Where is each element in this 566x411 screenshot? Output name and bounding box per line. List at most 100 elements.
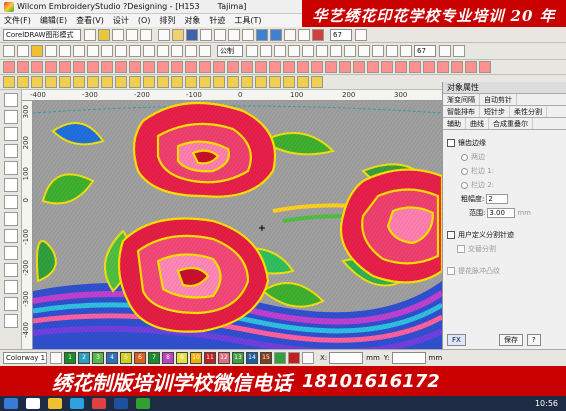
input-b-icon[interactable] [31,76,43,88]
color-swatch[interactable]: 9 [176,352,188,364]
run-stitch-icon[interactable] [31,61,43,73]
closed-object-icon[interactable] [157,76,169,88]
zoom-field-2[interactable]: 67 [414,45,436,57]
florentine-icon[interactable] [213,61,225,73]
travel-icon[interactable] [4,110,18,124]
stop-icon[interactable] [311,76,323,88]
menu-arrange[interactable]: 排列 [159,15,175,26]
text-tool-icon[interactable] [4,280,18,294]
both-sides-radio[interactable] [461,153,468,161]
cut-icon[interactable] [214,28,226,41]
menu-file[interactable]: 文件(F) [4,15,31,26]
zigzag-icon[interactable] [101,61,113,73]
both-sides-option[interactable]: 两边 [443,150,566,164]
range-input[interactable]: 3.00 [487,208,516,218]
open-icon[interactable] [172,28,184,41]
scale-icon[interactable] [87,45,99,57]
ellipse-icon[interactable] [140,28,152,41]
tab-assist[interactable]: 辅助 [443,118,466,129]
ruler-icon[interactable] [260,45,272,57]
coreldraw-mode-button[interactable]: CorelDRAW图形模式 [3,28,81,41]
save-icon[interactable] [186,28,198,41]
trim-thread-icon[interactable] [283,76,295,88]
show-objects-icon[interactable] [358,45,370,57]
wave-effect-icon[interactable] [437,61,449,73]
stitch-icon[interactable] [312,28,324,41]
colorway-dropdown-icon[interactable] [50,352,62,364]
motif-run-icon[interactable] [129,61,141,73]
new-icon[interactable] [158,28,170,41]
show-needle-icon[interactable] [400,45,412,57]
pattern-icon[interactable] [409,61,421,73]
circle-icon[interactable] [129,76,141,88]
menu-stitch[interactable]: 针迹 [209,15,225,26]
stamp-icon[interactable] [423,61,435,73]
paste-icon[interactable] [242,28,254,41]
start-icon[interactable] [4,398,18,409]
snap-icon[interactable] [288,45,300,57]
color-swatch[interactable]: 1 [64,352,76,364]
appliqué-icon[interactable] [325,61,337,73]
menu-object-o[interactable]: (O) [138,16,151,25]
tab-auto-trim[interactable]: 自动剪针 [480,94,517,105]
side2-option[interactable]: 栏边 2: [443,178,566,192]
color-tool-icon[interactable] [31,45,43,57]
undo-icon[interactable] [256,28,268,41]
chat-icon[interactable] [70,398,84,409]
carving-icon[interactable] [451,61,463,73]
tab-flexi-split[interactable]: 柔性分割 [510,106,547,117]
side2-radio[interactable] [461,181,468,189]
shape-icon[interactable] [112,28,124,41]
color-swatch[interactable]: 5 [120,352,132,364]
cross-stitch-icon[interactable] [283,61,295,73]
zoom-icon[interactable] [284,28,296,41]
show-vectors-icon[interactable] [386,45,398,57]
color-swatch[interactable]: 12 [218,352,230,364]
tatami-stitch-icon[interactable] [17,61,29,73]
digitize-icon[interactable] [3,76,15,88]
color-swatch[interactable]: 8 [162,352,174,364]
knife-tool-icon[interactable] [4,144,18,158]
3d-icon[interactable] [453,45,465,57]
folder-icon[interactable] [48,398,62,409]
menu-edit[interactable]: 编辑(E) [40,15,67,26]
redo-icon[interactable] [270,28,282,41]
user-split-checkbox[interactable] [447,231,455,239]
lock-icon[interactable] [129,45,141,57]
color-swatch[interactable]: 6 [134,352,146,364]
color-swatch[interactable]: 13 [232,352,244,364]
turning-fill-icon[interactable] [101,76,113,88]
offset-icon[interactable] [465,61,477,73]
column-b-icon[interactable] [87,76,99,88]
select-icon[interactable] [3,45,15,57]
reshape-icon[interactable] [17,45,29,57]
input-c-icon[interactable] [45,76,57,88]
tab-gradient-spacing[interactable]: 渐变间隔 [443,94,480,105]
manual-icon[interactable] [185,76,197,88]
stitch-edit-icon[interactable] [4,161,18,175]
border-option[interactable]: 镶齿边缘 [443,136,566,150]
print-icon[interactable] [200,28,212,41]
triple-stitch-icon[interactable] [45,61,57,73]
input-a-icon[interactable] [17,76,29,88]
backstitch-icon[interactable] [59,61,71,73]
color-swatch[interactable]: 14 [246,352,258,364]
tab-short-stitch[interactable]: 短针步 [480,106,510,117]
trapunto-icon[interactable] [269,61,281,73]
pull-comp-icon[interactable] [227,76,239,88]
rotate-icon[interactable] [73,45,85,57]
blanket-stitch-icon[interactable] [87,61,99,73]
motif-fill-icon[interactable] [395,61,407,73]
accordion-icon[interactable] [185,61,197,73]
guide-icon[interactable] [274,45,286,57]
corel-icon[interactable] [136,398,150,409]
design-canvas[interactable] [33,101,442,349]
help-button[interactable]: ? [527,334,541,346]
alt-split-checkbox[interactable] [457,245,465,253]
tab-smart-layout[interactable]: 智能排布 [443,106,480,117]
fill-holes-icon[interactable] [4,195,18,209]
photoshop-icon[interactable] [114,398,128,409]
borders-icon[interactable] [381,61,393,73]
menu-view[interactable]: 查看(V) [76,15,104,26]
flexi-split-icon[interactable] [171,61,183,73]
